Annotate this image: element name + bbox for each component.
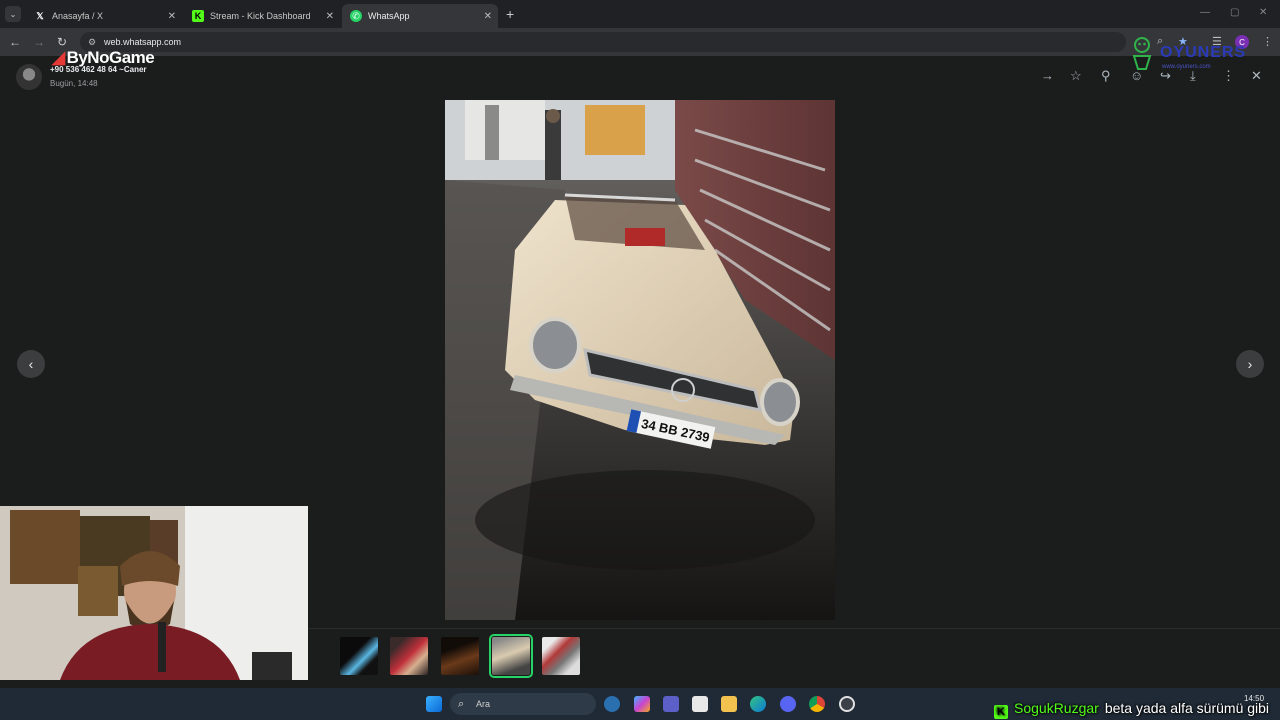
thumbnail-2[interactable] — [390, 637, 428, 675]
address-bar-row: ← → ↻ ⚙ web.whatsapp.com — [0, 28, 1280, 56]
forward-button[interactable]: → — [33, 35, 45, 49]
go-to-message-icon[interactable]: → — [1041, 68, 1054, 83]
copilot-icon[interactable] — [634, 696, 650, 712]
file-explorer-icon[interactable] — [721, 696, 737, 712]
new-tab-button[interactable]: + — [506, 6, 514, 22]
whatsapp-logo-icon: ✆ — [350, 10, 362, 22]
previous-media-button[interactable]: ‹ — [17, 350, 45, 378]
stream-chat-overlay: K SogukRuzgar beta yada alfa sürümü gibi — [994, 700, 1269, 720]
store-icon[interactable] — [692, 696, 708, 712]
browser-tab-bar: ⌄ 𝕏 Anasayfa / X ✕ K Stream - Kick Dashb… — [0, 0, 1280, 28]
webcam-overlay — [0, 506, 308, 680]
thumbnail-5[interactable] — [542, 637, 580, 675]
close-viewer-icon[interactable]: ✕ — [1251, 68, 1262, 84]
maximize-button[interactable]: ▢ — [1230, 7, 1239, 18]
chevron-left-icon: ‹ — [28, 356, 34, 372]
thumbnail-3[interactable] — [441, 637, 479, 675]
avatar — [16, 64, 42, 90]
search-placeholder: Ara — [476, 699, 491, 709]
teams-icon[interactable] — [663, 696, 679, 712]
chat-username: SogukRuzgar — [1014, 700, 1099, 716]
discord-icon[interactable] — [780, 696, 796, 712]
tab-title: WhatsApp — [368, 11, 410, 21]
main-photo: 34 BB 2739 — [445, 100, 835, 620]
window-close-button[interactable]: ✕ — [1259, 7, 1267, 18]
task-view-icon[interactable] — [604, 696, 620, 712]
chrome-icon[interactable] — [809, 696, 825, 712]
tab-title: Anasayfa / X — [52, 11, 104, 21]
close-icon[interactable]: ✕ — [168, 11, 176, 22]
tab-x[interactable]: 𝕏 Anasayfa / X ✕ — [26, 4, 182, 28]
site-info-icon[interactable]: ⚙ — [88, 37, 96, 48]
webcam-feed — [0, 506, 308, 680]
thumbnail-1[interactable] — [340, 637, 378, 675]
kick-logo-icon: K — [994, 705, 1008, 719]
watermark-url: www.oyuners.com — [1162, 64, 1211, 70]
chat-message: beta yada alfa sürümü gibi — [1104, 700, 1270, 716]
windows-start-icon[interactable] — [426, 696, 442, 712]
x-logo-icon: 𝕏 — [36, 10, 44, 21]
edge-icon[interactable] — [750, 696, 766, 712]
close-icon[interactable]: ✕ — [484, 11, 492, 22]
star-icon[interactable]: ☆ — [1070, 68, 1082, 84]
close-icon[interactable]: ✕ — [326, 11, 334, 22]
tab-search-button[interactable]: ⌄ — [5, 6, 21, 22]
minimize-button[interactable]: — — [1200, 7, 1210, 18]
taskbar-search[interactable]: ⌕ Ara — [450, 693, 596, 715]
message-timestamp: Bugün, 14:48 — [50, 79, 98, 88]
sender-name: +90 536 462 48 64 ~Caner — [50, 65, 147, 74]
tab-kick[interactable]: K Stream - Kick Dashboard ✕ — [184, 4, 340, 28]
watermark-overlay: OYUNERS www.oyuners.com — [1128, 36, 1248, 72]
thumbnail-4-selected[interactable] — [489, 634, 533, 678]
kick-logo-icon: K — [192, 10, 204, 22]
watermark-text: OYUNERS — [1160, 44, 1247, 61]
tab-whatsapp[interactable]: ✆ WhatsApp ✕ — [342, 4, 498, 28]
search-icon: ⌕ — [458, 697, 465, 710]
back-button[interactable]: ← — [9, 35, 21, 49]
url-text: web.whatsapp.com — [104, 37, 182, 47]
next-media-button[interactable]: › — [1236, 350, 1264, 378]
browser-menu-icon[interactable]: ⋮ — [1262, 35, 1273, 48]
obs-icon[interactable] — [839, 696, 855, 712]
chevron-right-icon: › — [1247, 356, 1253, 372]
pin-icon[interactable]: ⚲ — [1101, 68, 1111, 84]
tab-title: Stream - Kick Dashboard — [210, 11, 311, 21]
car-photo-illustration: 34 BB 2739 — [445, 100, 835, 620]
url-field[interactable]: ⚙ web.whatsapp.com — [80, 32, 1126, 52]
mascot-icon — [1132, 37, 1152, 70]
reload-button[interactable]: ↻ — [57, 35, 67, 49]
